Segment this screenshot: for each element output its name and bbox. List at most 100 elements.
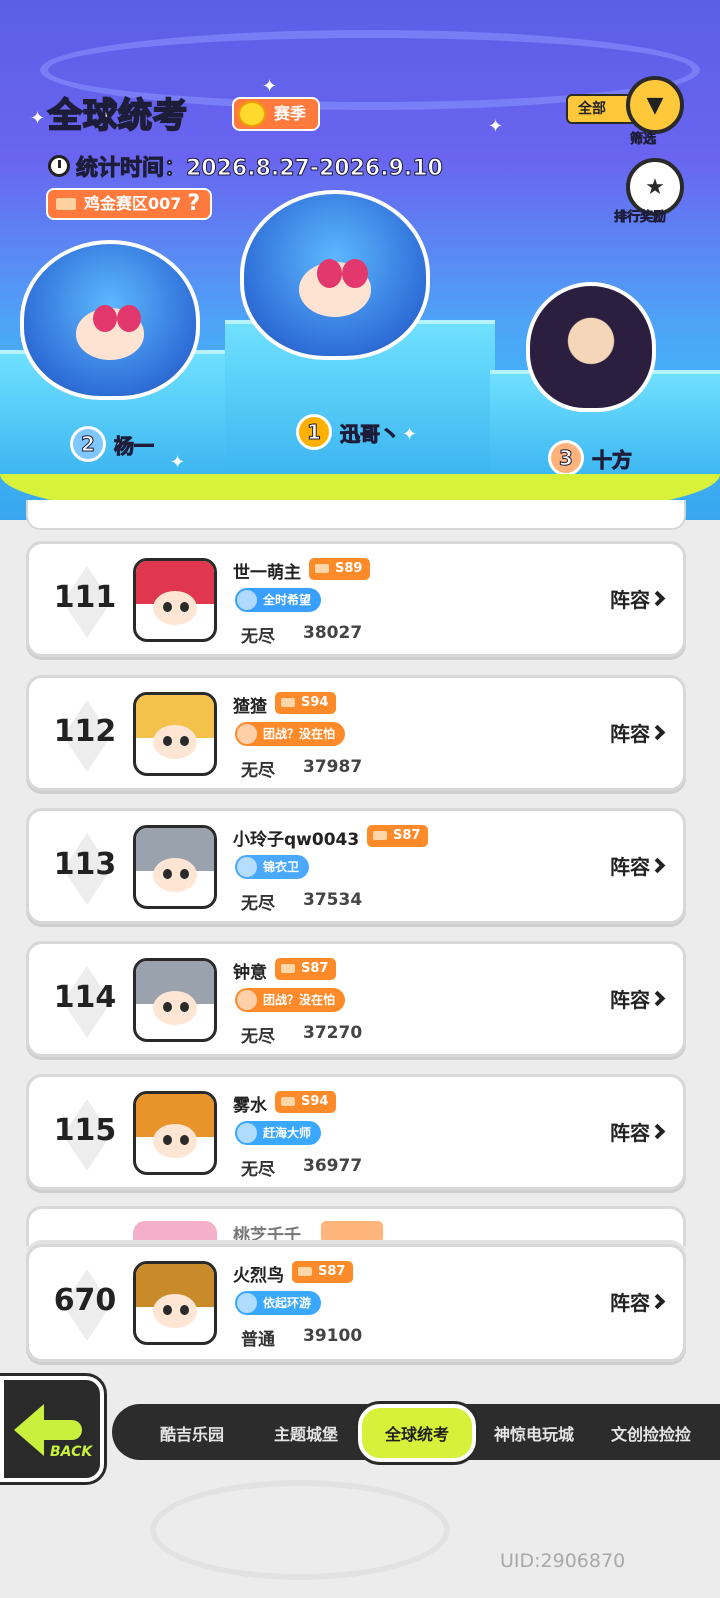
- podium-second[interactable]: 2 杨一: [70, 426, 155, 462]
- sparkle-icon: ✦: [30, 108, 46, 129]
- player-name: 世一萌主: [233, 563, 301, 583]
- podium-avatar-1[interactable]: [240, 190, 430, 360]
- avatar[interactable]: [133, 1261, 217, 1345]
- player-name: 猹猹: [233, 697, 267, 717]
- rank-number: 115: [53, 1113, 117, 1148]
- avatar[interactable]: [133, 958, 217, 1042]
- score-value: 39100: [303, 1326, 363, 1346]
- podium-avatar-3[interactable]: [526, 282, 656, 412]
- uid-label: UID:2906870: [500, 1550, 626, 1572]
- avatar[interactable]: [133, 558, 217, 642]
- season-tag: [321, 1221, 383, 1243]
- tab-creative[interactable]: 文创捡捡捡: [594, 1413, 708, 1453]
- podium-second-name: 杨一: [114, 433, 155, 458]
- chevron-right-icon: [649, 990, 666, 1007]
- title-badge: 锦衣卫: [235, 855, 310, 879]
- score-value: 37534: [303, 890, 363, 910]
- leaderboard-row[interactable]: 113 小玲子qw0043 S87 锦衣卫 无尽 37534 阵容: [26, 808, 686, 924]
- season-tag: S94: [275, 692, 337, 714]
- mode-label: 无尽: [241, 761, 275, 781]
- chevron-right-icon: [649, 1123, 666, 1140]
- title-badge: 团战？没在怕: [235, 988, 346, 1012]
- season-tag: S89: [309, 558, 371, 580]
- leaderboard-row[interactable]: 111 世一萌主 S89 全时希望 无尽 38027 阵容: [26, 541, 686, 657]
- list-item-partial: [26, 500, 686, 530]
- lineup-button[interactable]: 阵容: [610, 984, 666, 1013]
- tab-kuji-park[interactable]: 酷吉乐园: [140, 1413, 244, 1453]
- lineup-button[interactable]: 阵容: [610, 718, 666, 747]
- rank-2-medal-icon: 2: [70, 426, 106, 462]
- sparkle-icon: ✦: [262, 76, 278, 97]
- podium-first-name: 迅哥丶: [340, 421, 401, 446]
- title-badge: 依起环游: [235, 1291, 322, 1315]
- rank-number: 670: [53, 1283, 117, 1318]
- podium-third[interactable]: 3 十方: [548, 440, 633, 476]
- player-name: 小玲子qw0043: [233, 830, 360, 850]
- list-item-partial: 桃芝千千: [26, 1206, 686, 1246]
- filter-label: 筛选: [630, 132, 657, 148]
- back-button[interactable]: BACK: [0, 1376, 104, 1482]
- mode-label: 普通: [241, 1330, 275, 1350]
- season-badge-label: 赛季: [274, 104, 307, 123]
- sparkle-icon: ✦: [402, 424, 418, 445]
- help-icon[interactable]: ?: [187, 190, 200, 218]
- lineup-button[interactable]: 阵容: [610, 851, 666, 880]
- avatar[interactable]: [133, 1091, 217, 1175]
- player-name: 桃芝千千: [233, 1226, 301, 1246]
- title-badge: 全时希望: [235, 588, 322, 612]
- clock-icon: [48, 155, 70, 177]
- sparkle-icon: ✦: [488, 116, 504, 137]
- avatar[interactable]: [133, 825, 217, 909]
- season-tag: S94: [275, 1091, 337, 1113]
- player-name: 钟意: [233, 963, 267, 983]
- leaderboard-row[interactable]: 112 猹猹 S94 团战？没在怕 无尽 37987 阵容: [26, 675, 686, 791]
- stat-time-row: 统计时间：2026.8.27-2026.9.10: [48, 150, 443, 182]
- title-badge: 赶海大师: [235, 1121, 322, 1145]
- tab-global-exam[interactable]: 全球统考: [358, 1404, 476, 1462]
- mode-label: 无尽: [241, 1160, 275, 1180]
- lineup-label: 阵容: [610, 1291, 650, 1315]
- background-decor: [150, 1480, 450, 1580]
- my-rank-row[interactable]: 670 火烈鸟 S87 依起环游 普通 39100 阵容: [26, 1244, 686, 1362]
- score-value: 36977: [303, 1156, 363, 1176]
- region-selector[interactable]: 鸡金赛区007 ?: [46, 188, 213, 220]
- podium-third-name: 十方: [592, 447, 633, 472]
- score-value: 37270: [303, 1023, 363, 1043]
- rank-number: 113: [53, 847, 117, 882]
- podium-avatar-2[interactable]: [20, 240, 200, 400]
- title-badge: 团战？没在怕: [235, 722, 346, 746]
- avatar[interactable]: [133, 692, 217, 776]
- score-value: 37987: [303, 757, 363, 777]
- region-label: 鸡金赛区007: [84, 194, 182, 213]
- chevron-right-icon: [649, 590, 666, 607]
- rank-number: 111: [53, 580, 117, 615]
- chevron-right-icon: [649, 857, 666, 874]
- lineup-button[interactable]: 阵容: [610, 1287, 666, 1316]
- tab-theme-castle[interactable]: 主题城堡: [254, 1413, 358, 1453]
- season-tag: S87: [367, 825, 429, 847]
- lineup-label: 阵容: [610, 722, 650, 746]
- back-label: BACK: [50, 1444, 93, 1460]
- leaderboard-banner: ✦ ✦ ✦ ✦ ✦ 1 迅哥丶 2 杨一 3 十方: [0, 0, 720, 520]
- lineup-button[interactable]: 阵容: [610, 1117, 666, 1146]
- filter-icon[interactable]: ▼: [626, 76, 684, 134]
- lineup-button[interactable]: 阵容: [610, 584, 666, 613]
- gun-icon: [56, 198, 76, 210]
- season-tag: S87: [275, 958, 337, 980]
- lineup-label: 阵容: [610, 855, 650, 879]
- leaderboard-row[interactable]: 114 钟意 S87 团战？没在怕 无尽 37270 阵容: [26, 941, 686, 1057]
- score-value: 38027: [303, 623, 363, 643]
- sparkle-icon: ✦: [170, 452, 186, 473]
- lineup-label: 阵容: [610, 1121, 650, 1145]
- page-title: 全球统考: [47, 95, 188, 137]
- podium-first[interactable]: 1 迅哥丶: [296, 414, 401, 450]
- chevron-right-icon: [649, 1293, 666, 1310]
- rank-number: 112: [53, 714, 117, 749]
- rank-number: 114: [53, 980, 117, 1015]
- leaderboard-row[interactable]: 115 雾水 S94 赶海大师 无尽 36977 阵容: [26, 1074, 686, 1190]
- chick-icon: [238, 101, 266, 127]
- season-badge[interactable]: 赛季: [232, 97, 321, 131]
- season-tag: S87: [292, 1261, 354, 1283]
- reward-label: 排行奖励: [614, 210, 667, 226]
- tab-arcade[interactable]: 神惊电玩城: [480, 1413, 588, 1453]
